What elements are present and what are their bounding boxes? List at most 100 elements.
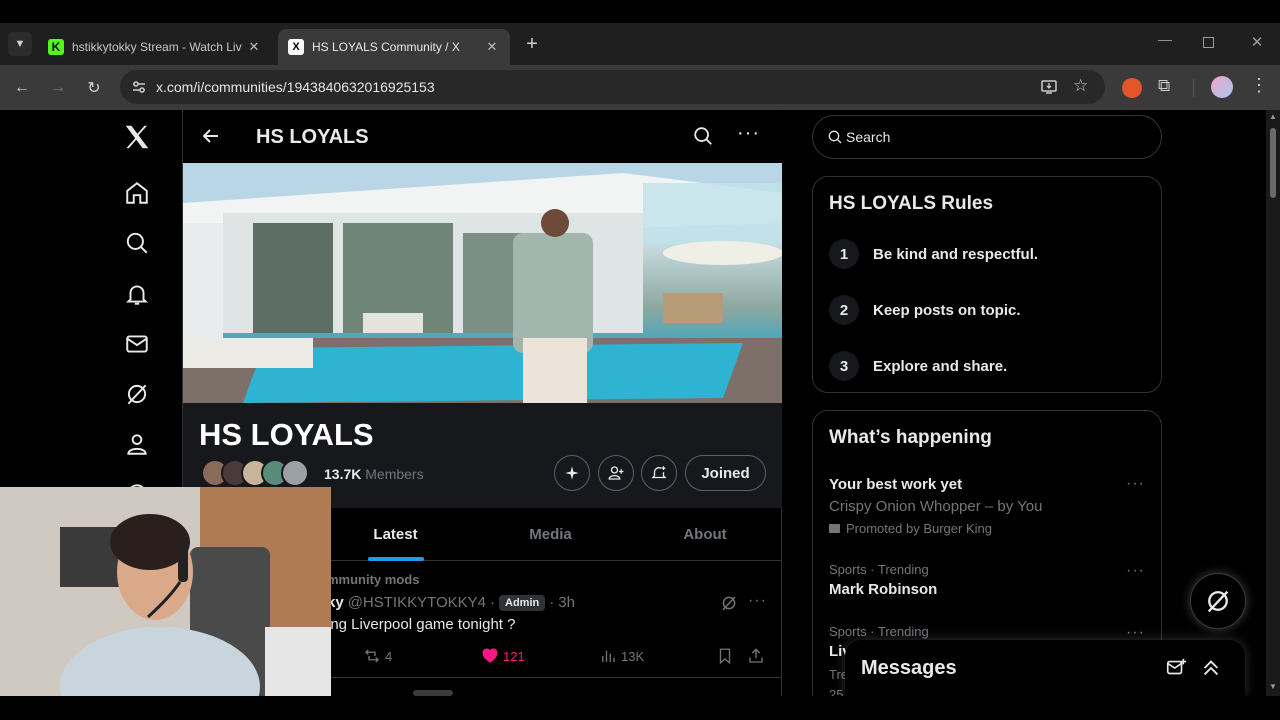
repost-button[interactable]: 4 [363, 647, 392, 665]
profile-avatar[interactable] [1211, 76, 1233, 98]
back-arrow-icon[interactable]: ← [10, 76, 34, 100]
address-bar[interactable]: x.com/i/communities/1943840632016925153 … [120, 70, 1105, 104]
rule-number: 2 [829, 295, 859, 325]
post-handle[interactable]: @HSTIKKYTOKKY4 [348, 594, 486, 611]
minimize-button[interactable]: — [1155, 31, 1175, 55]
close-icon[interactable]: ✕ [484, 39, 500, 55]
explore-search-icon[interactable] [120, 226, 154, 260]
new-tab-button[interactable]: + [520, 32, 544, 56]
like-count: 121 [503, 648, 525, 664]
tab-about-label: About [683, 526, 727, 543]
invite-user-button[interactable] [598, 455, 634, 491]
more-options-icon[interactable]: ··· [737, 122, 760, 145]
search-icon [827, 129, 843, 145]
site-settings-icon[interactable] [130, 78, 148, 96]
promoted-label: Promoted by Burger King [829, 521, 992, 536]
bookmark-button[interactable] [716, 647, 738, 665]
profile-person-icon[interactable] [120, 427, 154, 461]
tab-latest[interactable]: Latest [318, 508, 473, 561]
trend-item-promoted[interactable]: Your best work yet Crispy Onion Whopper … [813, 471, 1161, 541]
tab-search-button[interactable]: ▼ [8, 32, 32, 56]
more-options-icon[interactable]: ··· [1126, 562, 1145, 580]
messages-title: Messages [861, 657, 957, 679]
grok-icon[interactable] [720, 594, 738, 612]
share-button[interactable] [747, 647, 769, 665]
admin-badge: Admin [499, 594, 546, 611]
expand-chevrons-icon[interactable] [1200, 657, 1222, 679]
member-avatars[interactable] [201, 459, 311, 489]
kick-icon: K [48, 39, 64, 55]
page-scrollbar[interactable]: ▲ ▼ [1266, 110, 1280, 696]
extensions-puzzle-icon[interactable]: ⧉ [1158, 76, 1170, 96]
close-icon[interactable]: ✕ [246, 39, 262, 55]
notifications-bell-icon[interactable] [120, 277, 154, 311]
community-banner-image[interactable] [183, 163, 782, 403]
member-count[interactable]: 13.7K Members [324, 466, 424, 482]
trend-extra: 25 [829, 687, 844, 696]
messages-drawer[interactable]: Messages [845, 640, 1245, 696]
tab-media[interactable]: Media [473, 508, 628, 561]
search-placeholder: Search [846, 129, 891, 145]
x-logo-icon[interactable] [120, 120, 154, 154]
views-button[interactable]: 13K [599, 647, 644, 665]
member-count-label: Members [365, 466, 424, 482]
search-icon[interactable] [692, 125, 714, 147]
forward-arrow-icon[interactable]: → [46, 76, 70, 100]
grok-summary-button[interactable] [554, 455, 590, 491]
post-time[interactable]: 3h [558, 594, 575, 611]
install-app-icon[interactable] [1040, 78, 1058, 96]
search-input[interactable]: Search [812, 115, 1162, 159]
post-context: mmunity mods [327, 572, 420, 587]
whats-happening-title: What’s happening [829, 427, 992, 448]
browser-tab-strip: ▼ K hstikkytokky Stream - Watch Liv ✕ X … [0, 23, 1280, 65]
close-window-button[interactable]: ✕ [1248, 33, 1266, 53]
tab-title: hstikkytokky Stream - Watch Liv [72, 40, 242, 54]
back-arrow-icon[interactable] [199, 124, 223, 148]
share-icon [749, 648, 763, 663]
browser-menu-icon[interactable]: ⋮ [1250, 75, 1268, 96]
bookmark-star-icon[interactable]: ☆ [1073, 76, 1088, 96]
browser-tab-kick[interactable]: K hstikkytokky Stream - Watch Liv ✕ [38, 29, 272, 65]
rules-title: HS LOYALS Rules [829, 193, 994, 214]
screen-bottom-strip [0, 696, 1280, 720]
avatar [281, 459, 309, 487]
url-text: x.com/i/communities/1943840632016925153 [156, 79, 435, 95]
home-icon[interactable] [120, 176, 154, 210]
grok-icon[interactable] [120, 377, 154, 411]
joined-button[interactable]: Joined [685, 455, 766, 491]
tab-media-label: Media [529, 526, 572, 543]
x-icon: X [288, 39, 304, 55]
bookmark-icon [719, 648, 731, 665]
views-count: 13K [621, 648, 645, 664]
scroll-up-arrow[interactable]: ▲ [1269, 112, 1277, 121]
tab-about[interactable]: About [628, 508, 782, 561]
scrollbar-thumb[interactable] [1270, 128, 1276, 198]
reload-icon[interactable]: ↻ [82, 76, 106, 100]
promoted-icon [829, 524, 840, 533]
scroll-down-arrow[interactable]: ▼ [1269, 682, 1277, 691]
restore-button[interactable] [1203, 37, 1214, 48]
rule-text: Keep posts on topic. [873, 302, 1021, 319]
trend-item[interactable]: Sports · Trending Mark Robinson ··· [813, 559, 1161, 609]
page-title: HS LOYALS [256, 126, 369, 148]
notification-add-button[interactable] [641, 455, 677, 491]
trend-title: Your best work yet [829, 476, 963, 493]
webcam-overlay [0, 487, 331, 696]
views-chart-icon [602, 650, 615, 662]
messages-envelope-icon[interactable] [120, 327, 154, 361]
rules-card: HS LOYALS Rules 1 Be kind and respectful… [812, 176, 1162, 393]
more-options-icon[interactable]: ··· [1126, 475, 1145, 493]
post-dot: · [549, 594, 555, 611]
browser-tab-x[interactable]: X HS LOYALS Community / X ✕ [278, 29, 510, 65]
like-button[interactable]: 121 [481, 647, 525, 665]
new-message-icon[interactable] [1165, 657, 1187, 679]
rule-number: 1 [829, 239, 859, 269]
screen-top-strip [0, 0, 1280, 23]
grok-floating-button[interactable] [1190, 573, 1246, 629]
trend-title: Mark Robinson [829, 581, 938, 598]
post-meta: ky @HSTIKKYTOKKY4 · Admin · 3h [327, 594, 575, 611]
repost-count: 4 [385, 648, 393, 664]
post-more-icon[interactable]: ··· [748, 592, 767, 610]
extension-fox-icon[interactable] [1122, 78, 1142, 98]
trend-category: Sports · Trending [829, 562, 929, 577]
